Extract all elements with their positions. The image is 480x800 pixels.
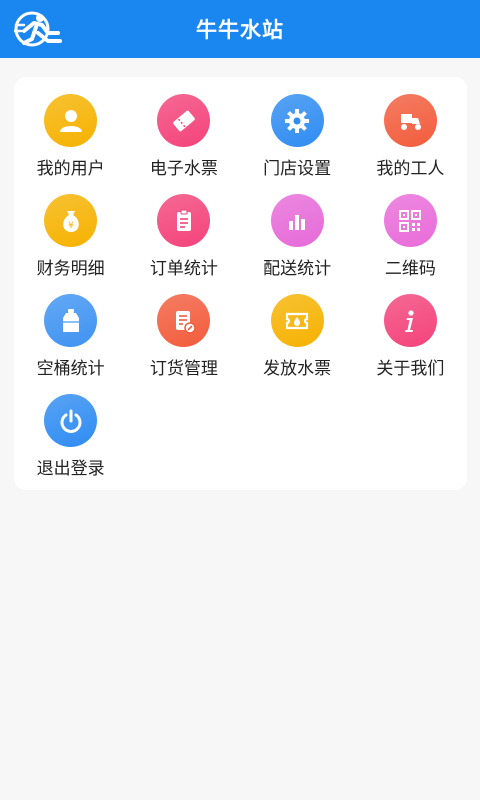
menu-item-label: 财务明细 — [36, 259, 105, 279]
user-icon — [44, 94, 98, 147]
menu-item-label: 电子水票 — [149, 159, 218, 179]
menu-item-label: 发放水票 — [263, 359, 332, 379]
menu-grid: 我的用户 电子水票 门店设置 我的工人 ¥ 财务明细 订单统计 配送统计 二维码空桶统计 订货管理… — [14, 77, 467, 494]
menu-item-order-edit[interactable]: 订货管理 — [127, 294, 240, 394]
menu-item-water-bottle[interactable]: 空桶统计 — [14, 294, 127, 394]
svg-text:¥: ¥ — [68, 221, 74, 231]
menu-item-label: 空桶统计 — [36, 359, 105, 379]
menu-item-money-bag[interactable]: ¥ 财务明细 — [14, 194, 127, 294]
menu-item-label: 配送统计 — [263, 259, 332, 279]
qr-code-icon — [383, 194, 437, 247]
top-bar: 牛牛水站 — [0, 0, 480, 58]
menu-item-label: 退出登录 — [36, 459, 105, 479]
menu-item-power[interactable]: 退出登录 — [14, 394, 127, 494]
menu-item-label: 订单统计 — [149, 259, 218, 279]
menu-item-info[interactable]: 关于我们 — [354, 294, 467, 394]
coupon-icon — [270, 294, 324, 347]
menu-item-label: 订货管理 — [149, 359, 218, 379]
gear-icon — [270, 94, 324, 147]
clipboard-icon — [157, 194, 211, 247]
ticket-icon — [157, 94, 211, 147]
delivery-bike-icon — [383, 94, 437, 147]
menu-item-label: 关于我们 — [376, 359, 445, 379]
power-icon — [44, 394, 98, 447]
page-title: 牛牛水站 — [196, 18, 284, 42]
menu-item-delivery-bike[interactable]: 我的工人 — [354, 94, 467, 194]
menu-item-clipboard[interactable]: 订单统计 — [127, 194, 240, 294]
menu-item-qr-code[interactable]: 二维码 — [354, 194, 467, 294]
water-bottle-icon — [44, 294, 98, 347]
info-icon — [383, 294, 437, 347]
menu-item-label: 二维码 — [384, 259, 436, 279]
bar-chart-icon — [270, 194, 324, 247]
menu-item-bar-chart[interactable]: 配送统计 — [241, 194, 354, 294]
menu-item-label: 门店设置 — [263, 159, 332, 179]
menu-item-ticket[interactable]: 电子水票 — [127, 94, 240, 194]
menu-item-user[interactable]: 我的用户 — [14, 94, 127, 194]
money-bag-icon: ¥ — [44, 194, 98, 247]
menu-item-coupon[interactable]: 发放水票 — [241, 294, 354, 394]
menu-item-label: 我的用户 — [36, 159, 105, 179]
order-edit-icon — [157, 294, 211, 347]
menu-item-gear[interactable]: 门店设置 — [241, 94, 354, 194]
menu-item-label: 我的工人 — [376, 159, 445, 179]
app-logo-icon — [12, 9, 68, 49]
menu-card: 我的用户 电子水票 门店设置 我的工人 ¥ 财务明细 订单统计 配送统计 二维码空桶统计 订货管理… — [14, 77, 467, 490]
